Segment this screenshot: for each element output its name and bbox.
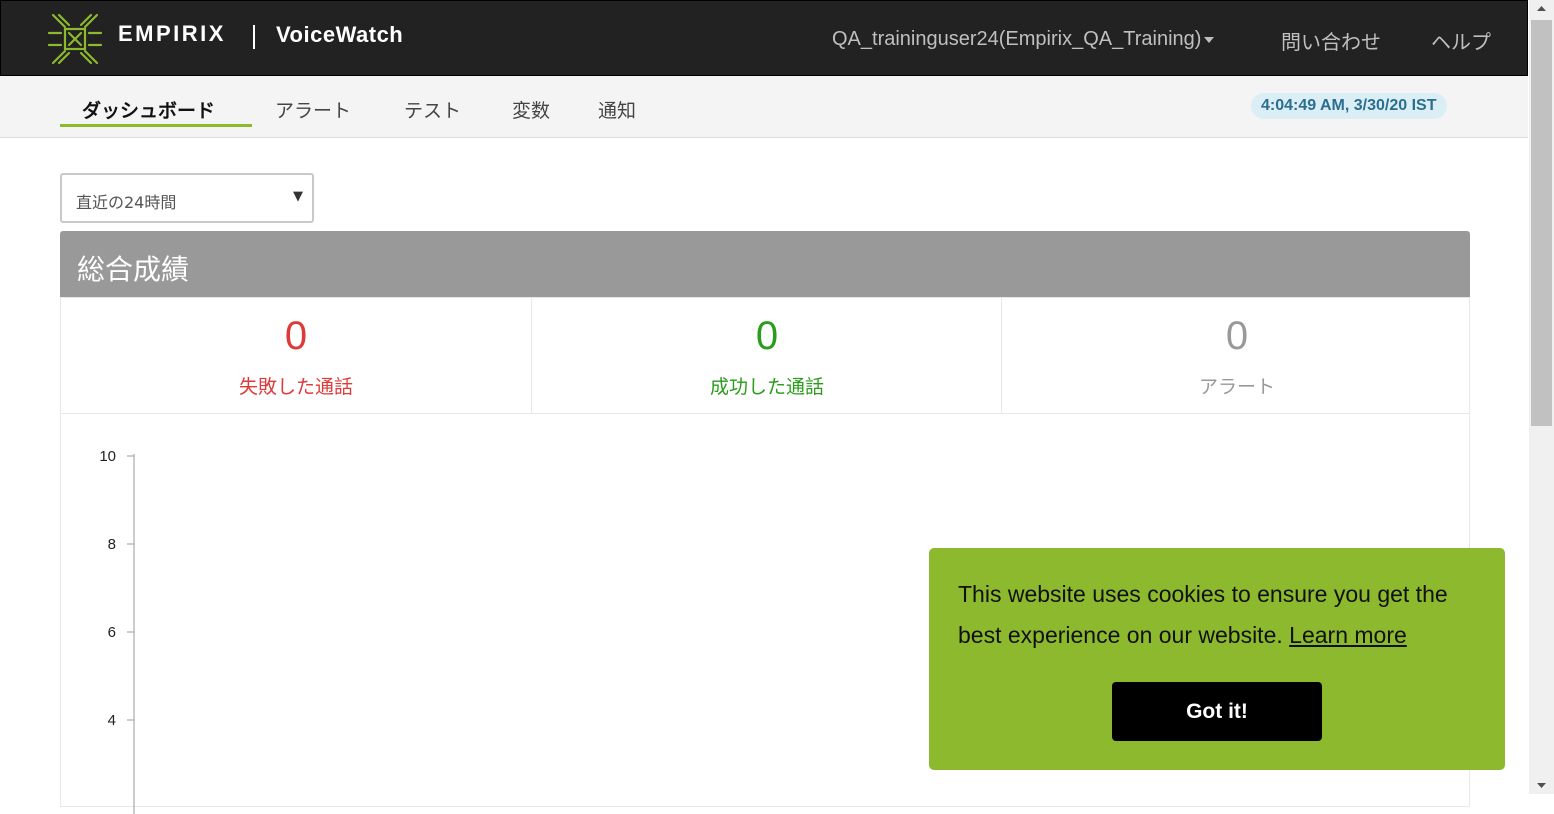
failed-calls-stat[interactable]: 0 失敗した通話 xyxy=(61,298,531,413)
scroll-down-arrow-icon[interactable] xyxy=(1529,778,1554,794)
learn-more-link[interactable]: Learn more xyxy=(1289,622,1407,648)
overall-performance-header: 総合成績 xyxy=(60,231,1470,297)
top-header: EMPIRIX VoiceWatch QA_traininguser24(Emp… xyxy=(0,0,1528,76)
successful-calls-label: 成功した通話 xyxy=(709,376,824,398)
panel-title: 総合成績 xyxy=(77,253,190,286)
scroll-up-arrow-icon[interactable] xyxy=(1529,0,1554,16)
successful-calls-count: 0 xyxy=(755,314,779,358)
y-tick-label: 8 xyxy=(108,536,116,553)
empirix-logo-icon[interactable] xyxy=(47,13,103,65)
cookie-consent-banner: This website uses cookies to ensure you … xyxy=(929,548,1505,770)
tab-dashboard[interactable]: ダッシュボード xyxy=(82,96,215,123)
tab-notifications[interactable]: 通知 xyxy=(598,96,636,123)
brand-divider xyxy=(253,25,255,49)
page-scrollbar[interactable] xyxy=(1529,0,1554,794)
alerts-label: アラート xyxy=(1198,376,1275,398)
alerts-stat[interactable]: 0 アラート xyxy=(1001,298,1472,413)
contact-link[interactable]: 問い合わせ xyxy=(1281,26,1381,55)
time-range-value: 直近の24時間 xyxy=(76,193,177,212)
user-account-label: QA_traininguser24(Empirix_QA_Training) xyxy=(832,28,1202,50)
tab-tests[interactable]: テスト xyxy=(404,96,461,123)
y-tick-label: 10 xyxy=(99,448,116,465)
current-time-badge: 4:04:49 AM, 3/30/20 IST xyxy=(1251,93,1447,119)
user-account-dropdown[interactable]: QA_traininguser24(Empirix_QA_Training) xyxy=(832,28,1215,51)
brand-name: EMPIRIX xyxy=(118,21,226,46)
failed-calls-count: 0 xyxy=(284,314,308,358)
product-name: VoiceWatch xyxy=(276,22,404,47)
tab-variables[interactable]: 変数 xyxy=(512,96,550,123)
successful-calls-stat[interactable]: 0 成功した通話 xyxy=(531,298,1002,413)
y-tick-label: 4 xyxy=(108,712,116,729)
failed-calls-label: 失敗した通話 xyxy=(238,376,353,398)
y-tick-label: 6 xyxy=(108,624,116,641)
time-range-select[interactable]: 直近の24時間 ▼ xyxy=(60,173,314,223)
dropdown-arrow-icon: ▼ xyxy=(293,189,303,204)
active-tab-indicator xyxy=(60,124,252,127)
accept-cookies-button[interactable]: Got it! xyxy=(1112,682,1322,741)
cookie-message-text: This website uses cookies to ensure you … xyxy=(958,574,1488,656)
chevron-down-icon xyxy=(1204,36,1215,43)
scrollbar-thumb[interactable] xyxy=(1531,20,1552,426)
alerts-count: 0 xyxy=(1225,314,1249,358)
help-link[interactable]: ヘルプ xyxy=(1431,26,1491,55)
stats-row: 0 失敗した通話 0 成功した通話 0 アラート xyxy=(61,298,1469,414)
main-nav: ダッシュボード アラート テスト 変数 通知 4:04:49 AM, 3/30/… xyxy=(0,76,1528,138)
tab-alerts[interactable]: アラート xyxy=(275,96,351,123)
